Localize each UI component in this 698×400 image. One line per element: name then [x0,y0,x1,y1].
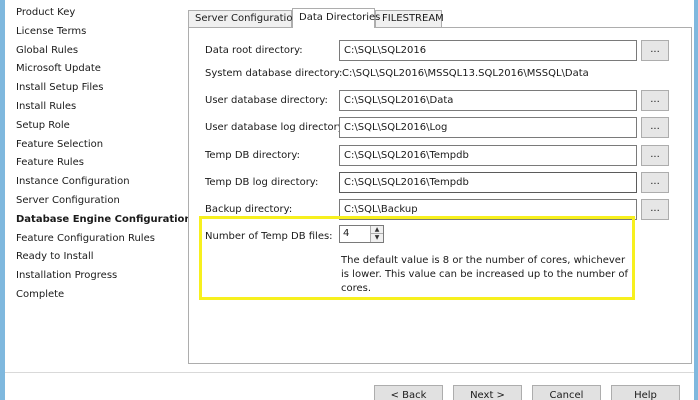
temp-db-log-input[interactable]: C:\SQL\SQL2016\Tempdb [339,172,637,193]
tab-server-configuration[interactable]: Server Configuration [188,10,299,27]
backup-label: Backup directory: [205,204,293,215]
temp-db-log-browse-button[interactable]: ... [641,172,669,193]
stepper-buttons: ▲ ▼ [370,226,383,242]
data-root-browse-button[interactable]: ... [641,40,669,61]
user-db-input[interactable]: C:\SQL\SQL2016\Data [339,90,637,111]
user-db-log-label: User database log directory: [205,122,347,133]
system-db-label: System database directory: [205,68,343,79]
user-db-log-browse-button[interactable]: ... [641,117,669,138]
window-frame-right [694,0,698,400]
nav-item-database-engine-configuration[interactable]: Database Engine Configuration [16,211,192,230]
temp-db-input[interactable]: C:\SQL\SQL2016\Tempdb [339,145,637,166]
nav-item-product-key[interactable]: Product Key [16,4,176,23]
nav-item-license-terms[interactable]: License Terms [16,23,176,42]
cancel-button[interactable]: Cancel [532,385,601,400]
temp-db-files-label: Number of Temp DB files: [205,231,333,242]
temp-db-label: Temp DB directory: [205,150,300,161]
nav-item-installation-progress[interactable]: Installation Progress [16,267,176,286]
nav-item-install-rules[interactable]: Install Rules [16,98,176,117]
system-db-value: C:\SQL\SQL2016\MSSQL13.SQL2016\MSSQL\Dat… [342,68,589,79]
temp-db-files-value: 4 [343,228,350,239]
nav-item-global-rules[interactable]: Global Rules [16,42,176,61]
temp-db-browse-button[interactable]: ... [641,145,669,166]
nav-item-instance-configuration[interactable]: Instance Configuration [16,173,176,192]
user-db-label: User database directory: [205,95,328,106]
data-root-label: Data root directory: [205,45,303,56]
setup-steps-nav: Product Key License Terms Global Rules M… [16,4,192,305]
nav-item-feature-rules[interactable]: Feature Rules [16,154,176,173]
nav-item-complete[interactable]: Complete [16,286,176,305]
window-frame-left [0,0,5,400]
help-button[interactable]: Help [611,385,680,400]
nav-item-feature-configuration-rules[interactable]: Feature Configuration Rules [16,230,176,249]
nav-item-server-configuration[interactable]: Server Configuration [16,192,176,211]
nav-item-feature-selection[interactable]: Feature Selection [16,136,176,155]
tab-data-directories[interactable]: Data Directories [292,8,380,28]
nav-item-ready-to-install[interactable]: Ready to Install [16,248,176,267]
nav-item-microsoft-update[interactable]: Microsoft Update [16,60,176,79]
temp-db-log-label: Temp DB log directory: [205,177,319,188]
tab-filestream[interactable]: FILESTREAM [375,10,444,27]
user-db-browse-button[interactable]: ... [641,90,669,111]
data-root-input[interactable]: C:\SQL\SQL2016 [339,40,637,61]
next-button[interactable]: Next > [453,385,522,400]
bottom-divider [5,372,694,373]
temp-db-files-hint: The default value is 8 or the number of … [341,255,629,294]
back-button[interactable]: < Back [374,385,443,400]
user-db-log-input[interactable]: C:\SQL\SQL2016\Log [339,117,637,138]
nav-item-setup-role[interactable]: Setup Role [16,117,176,136]
temp-db-files-stepper[interactable]: 4 ▲ ▼ [339,225,384,243]
backup-browse-button[interactable]: ... [641,199,669,220]
chevron-down-icon[interactable]: ▼ [371,234,383,242]
chevron-up-icon[interactable]: ▲ [371,226,383,234]
nav-item-install-setup-files[interactable]: Install Setup Files [16,79,176,98]
